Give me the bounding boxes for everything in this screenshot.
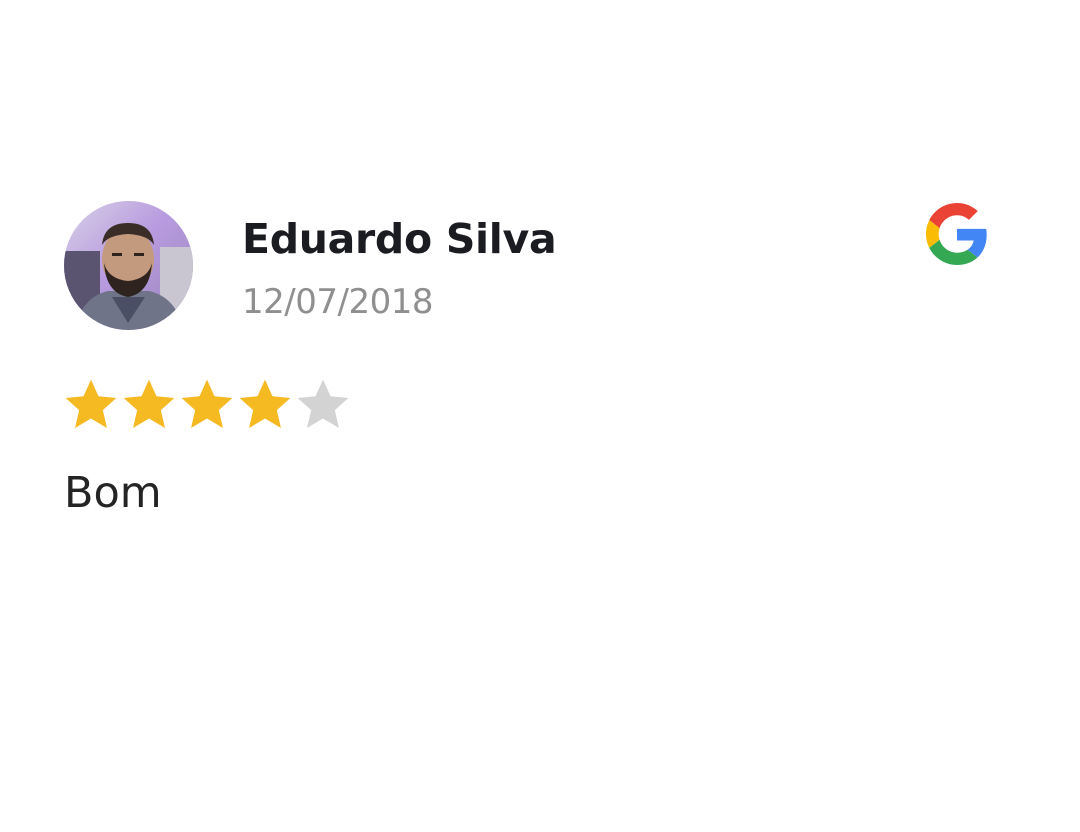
avatar-image [64,201,193,330]
review-card: Eduardo Silva 12/07/2018 Bom [0,0,1080,832]
star-filled-icon [178,374,236,436]
author-name: Eduardo Silva [242,215,557,263]
star-rating [62,374,352,436]
star-empty-icon [294,374,352,436]
star-filled-icon [62,374,120,436]
review-text: Bom [64,468,162,518]
page: Eduardo Silva 12/07/2018 Bom [0,0,1080,832]
avatar [64,201,193,330]
google-icon [926,203,988,265]
star-filled-icon [120,374,178,436]
review-date: 12/07/2018 [242,282,433,322]
star-filled-icon [236,374,294,436]
